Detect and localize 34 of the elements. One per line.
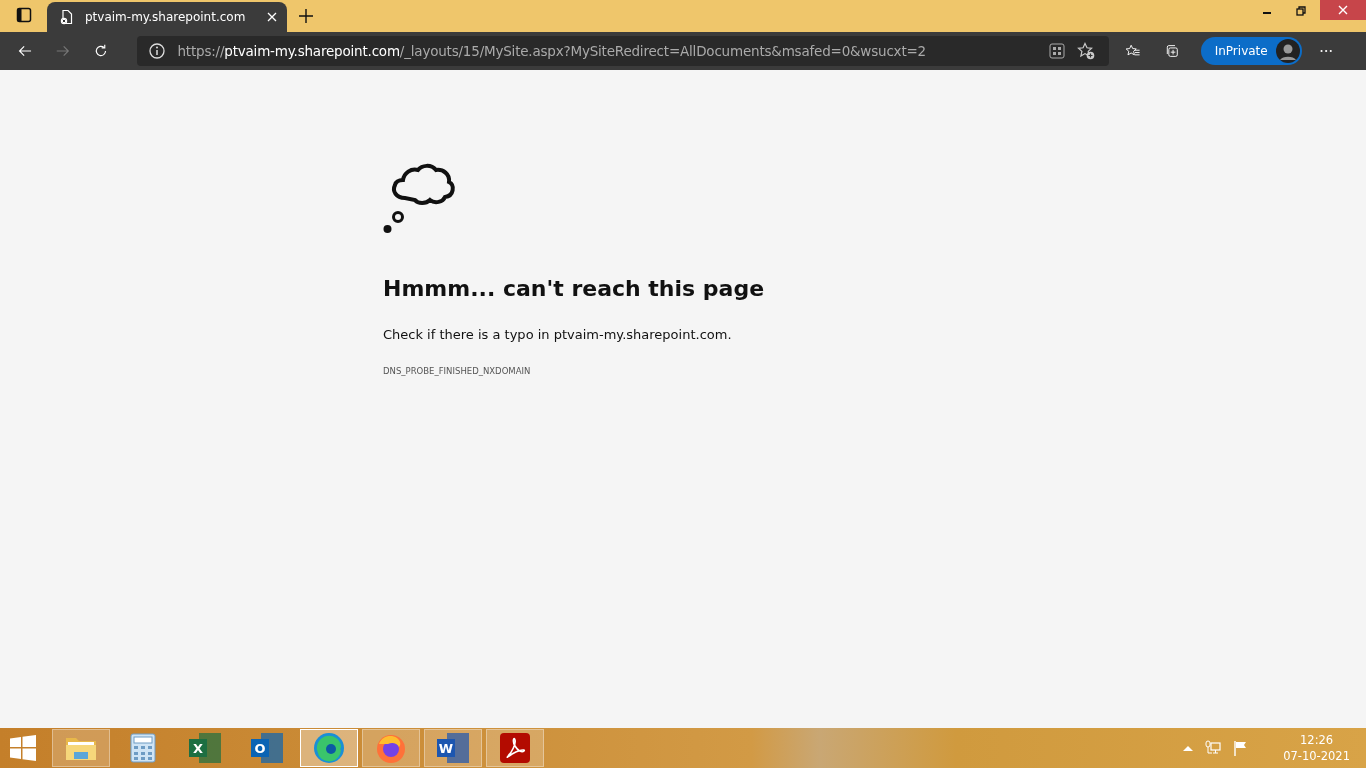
pdf-icon: [500, 733, 530, 763]
close-icon: [1338, 5, 1348, 15]
address-bar[interactable]: https://ptvaim-my.sharepoint.com/_layouts/15/MySite.aspx?MySiteRedirect=AllDocuments&msafed=0&wsucxt=2: [137, 36, 1110, 66]
calculator-icon: [130, 733, 156, 763]
taskbar-app[interactable]: [300, 729, 358, 767]
add-favorite-icon[interactable]: [1077, 42, 1096, 60]
taskbar-app[interactable]: [486, 729, 544, 767]
page-error-icon: [59, 9, 75, 25]
swirl-logo-icon: [313, 732, 345, 764]
error-title: Hmmm... can't reach this page: [383, 276, 766, 301]
taskbar-app[interactable]: W: [424, 729, 482, 767]
new-tab-icon[interactable]: [299, 9, 313, 23]
tab-actions-icon[interactable]: [16, 7, 32, 23]
error-code: DNS_PROBE_FINISHED_NXDOMAIN: [383, 366, 532, 376]
error-message: Check if there is a typo in ptvaim-my.sharepoint.com.: [383, 327, 733, 342]
more-icon[interactable]: [1319, 49, 1332, 53]
url-text: https://ptvaim-my.sharepoint.com/_layouts/15/MySite.aspx?MySiteRedirect=AllDocuments&msafed=0&wsucxt=2: [177, 43, 926, 59]
app-grid-icon[interactable]: [1049, 43, 1066, 59]
restore-icon[interactable]: [1296, 6, 1306, 16]
close-tab-icon[interactable]: [267, 12, 277, 22]
thought-cloud-icon: [383, 162, 457, 236]
avatar-icon: [1275, 39, 1300, 63]
clock-time: 12:26: [1300, 732, 1334, 748]
fox-globe-icon: [375, 732, 407, 764]
tab-title: ptvaim-my.sharepoint.com: [85, 10, 247, 24]
info-icon[interactable]: [149, 43, 166, 59]
taskbar-app[interactable]: [362, 729, 420, 767]
collections-icon[interactable]: [1164, 42, 1179, 60]
clock-date: 07-10-2021: [1283, 748, 1350, 764]
taskbar-app[interactable]: X: [176, 729, 234, 767]
start-icon[interactable]: [10, 735, 36, 761]
browser-tab[interactable]: ptvaim-my.sharepoint.com: [47, 2, 287, 32]
inprivate-button[interactable]: InPrivate: [1200, 37, 1302, 65]
taskbar-app[interactable]: O: [238, 729, 296, 767]
